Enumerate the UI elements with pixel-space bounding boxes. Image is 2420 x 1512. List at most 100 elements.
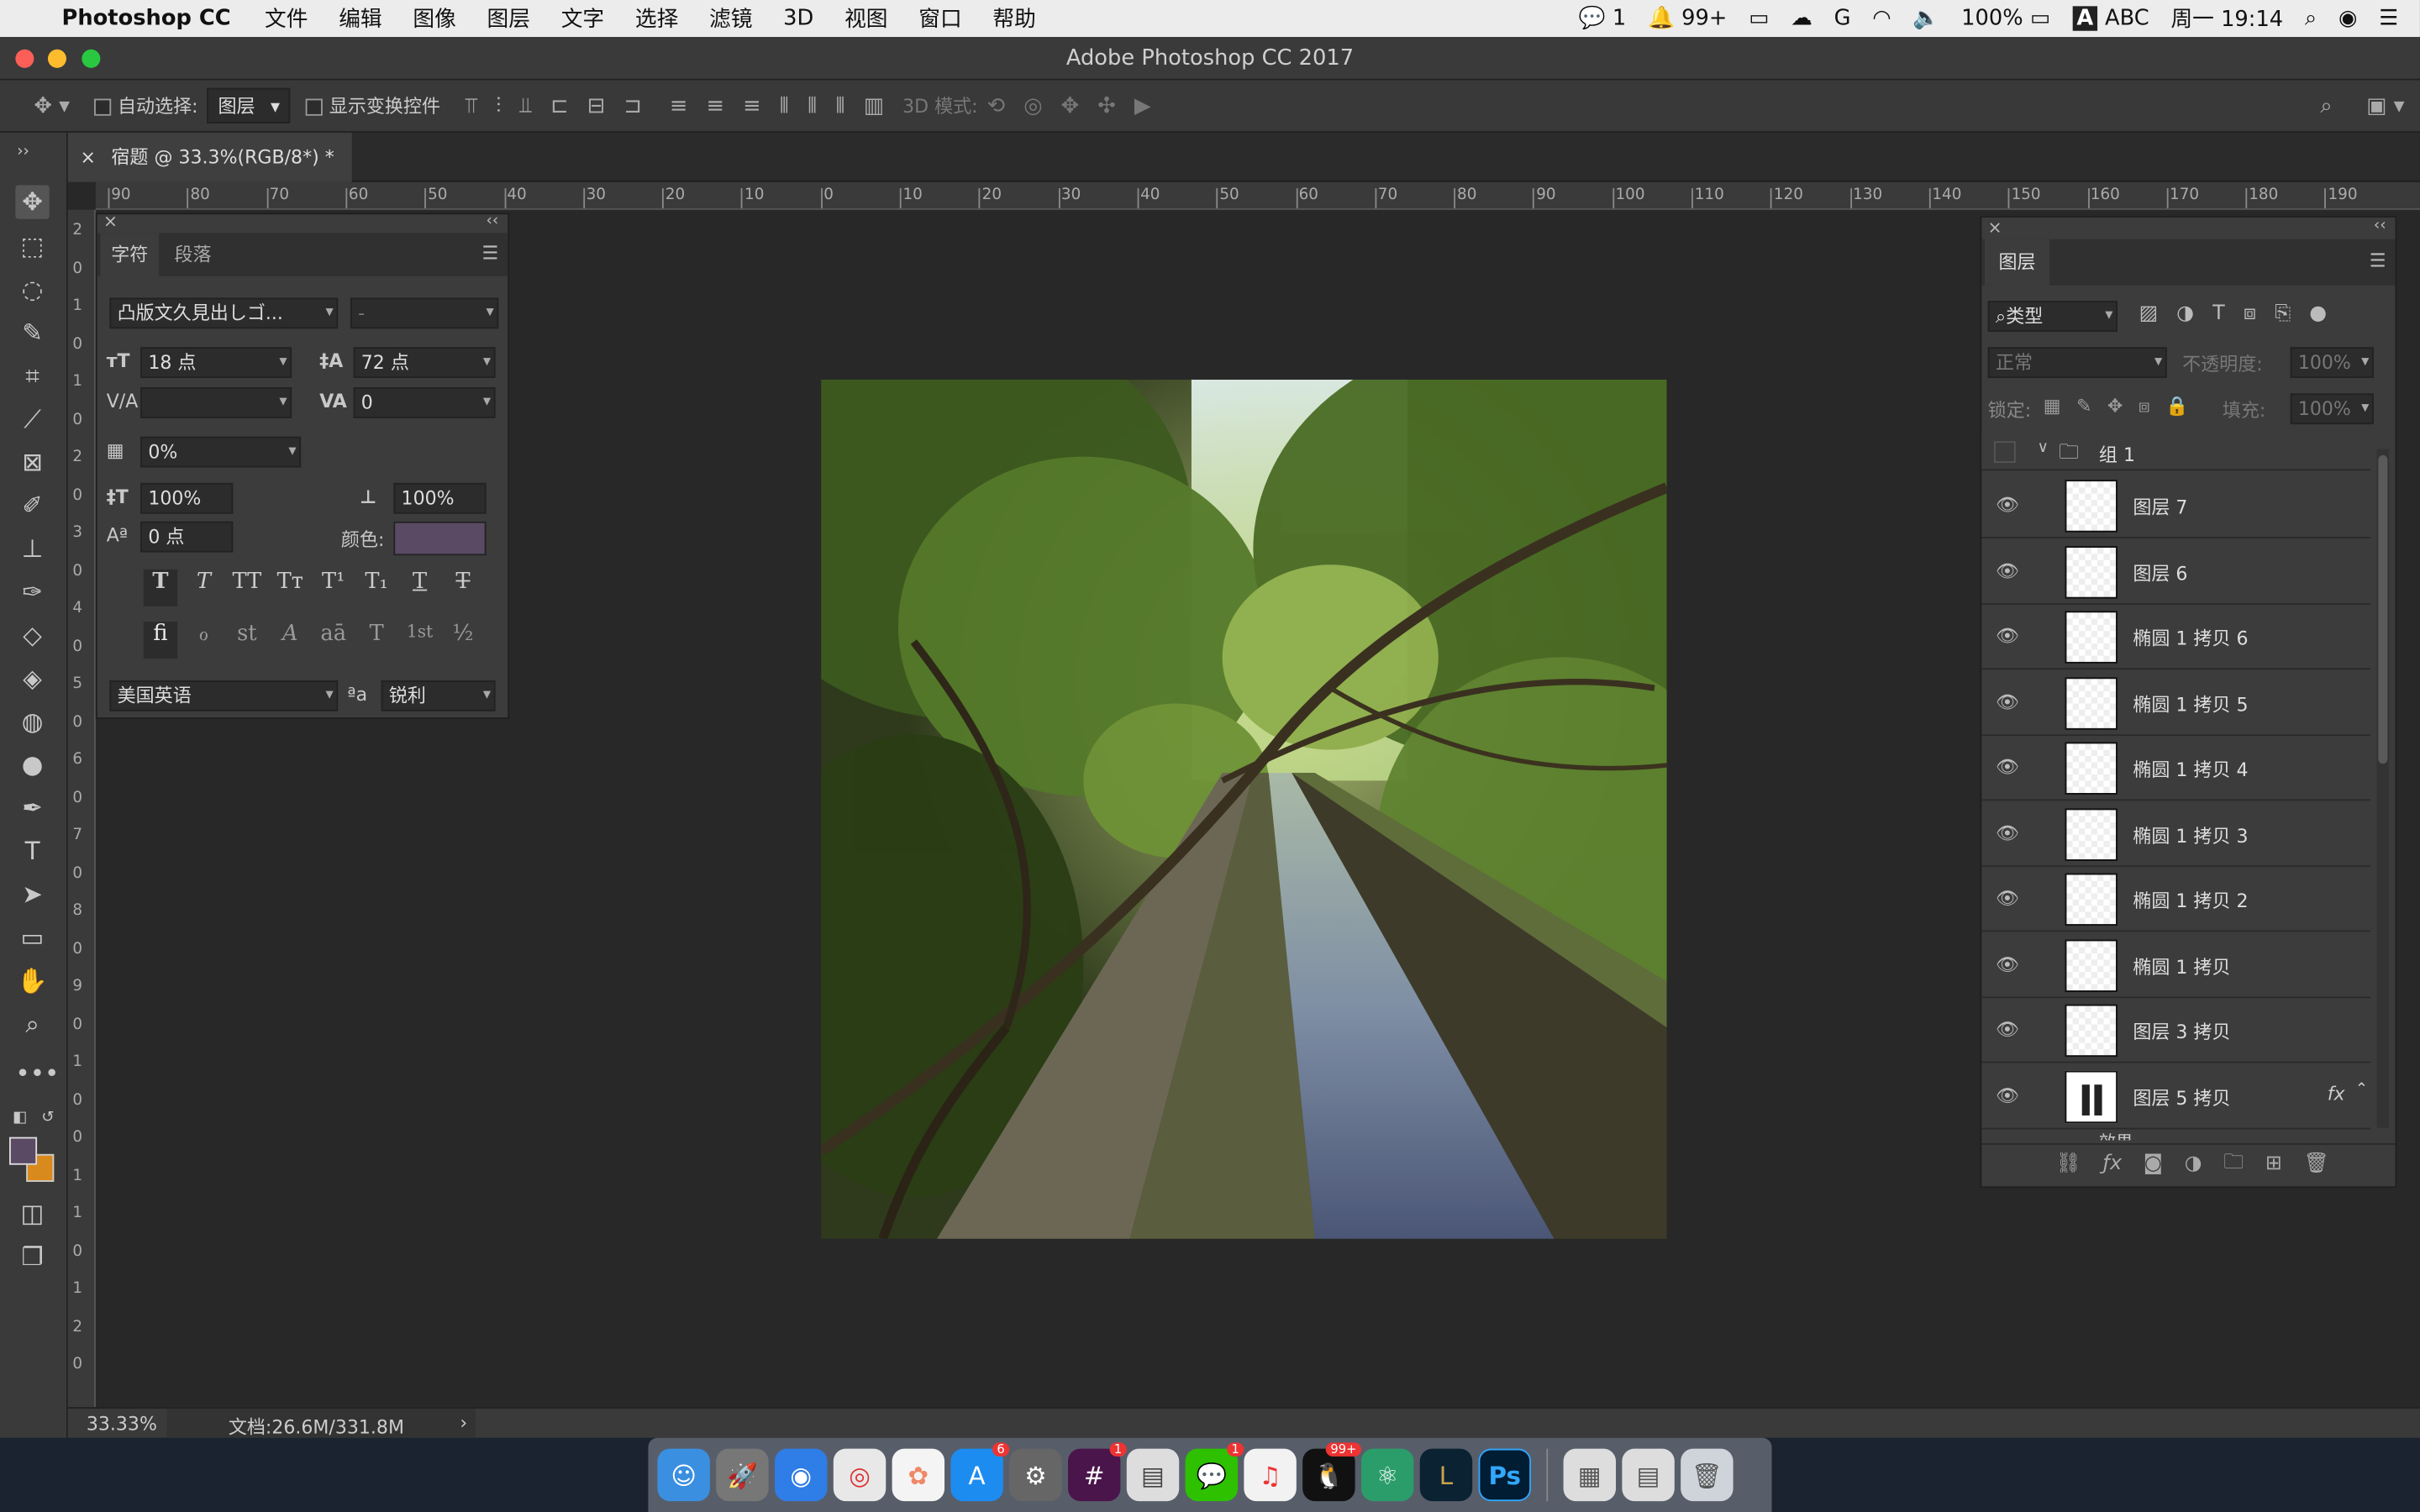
- lasso-tool-icon[interactable]: ◌: [15, 273, 49, 307]
- eye-icon[interactable]: 👁: [1996, 560, 2019, 582]
- search-icon[interactable]: ⌕: [2320, 93, 2332, 118]
- align-left-icon[interactable]: ⊏: [550, 93, 569, 118]
- add-style-icon[interactable]: ƒx: [2103, 1152, 2123, 1176]
- menu-view[interactable]: 视图: [844, 3, 887, 34]
- swap-colors-icon[interactable]: ↺: [31, 1101, 65, 1135]
- panel-menu-icon[interactable]: ☰: [2370, 250, 2386, 272]
- old-style-button[interactable]: ℴ: [187, 622, 220, 659]
- titling-alternates-button[interactable]: T: [360, 622, 393, 659]
- qq-icon[interactable]: 🐧 99+: [1302, 1442, 1361, 1502]
- layer-filter-dropdown[interactable]: ⌕类型 ▾: [1987, 301, 2118, 332]
- blur-tool-icon[interactable]: ◍: [15, 705, 49, 738]
- font-family-dropdown[interactable]: 凸版文久見出しゴ... ▾: [109, 297, 339, 329]
- antialias-dropdown[interactable]: 锐利 ▾: [381, 680, 496, 711]
- show-transform-checkbox[interactable]: 显示变换控件: [306, 92, 440, 118]
- menu-image[interactable]: 图像: [413, 3, 455, 34]
- strikethrough-button[interactable]: T: [446, 570, 480, 606]
- layer-list[interactable]: 👁 图层 7 👁 图层 6 👁 椭圆 1 拷贝 6 👁 椭圆 1 拷贝 5 👁 椭圆 1 …: [1981, 473, 2371, 1141]
- move-tool-preset-icon[interactable]: ✥ ▾: [34, 93, 70, 118]
- display-icon[interactable]: ▭: [1749, 6, 1769, 30]
- align-right-icon[interactable]: ⊐: [623, 93, 642, 118]
- rectangle-tool-icon[interactable]: ▭: [15, 921, 49, 955]
- superscript-button[interactable]: T¹: [317, 570, 350, 606]
- eye-icon[interactable]: 👁: [1996, 1084, 2019, 1106]
- new-group-icon[interactable]: 🗀: [2223, 1147, 2244, 1181]
- panel-menu-icon[interactable]: ☰: [481, 242, 498, 264]
- small-caps-button[interactable]: Tт: [273, 570, 307, 606]
- document-tab[interactable]: × 宿题 @ 33.3%(RGB/8*) *: [67, 132, 352, 182]
- align-vcenter-icon[interactable]: ⫶: [496, 93, 501, 118]
- volume-icon[interactable]: 🔈: [1912, 6, 1939, 30]
- 3d-slide-icon[interactable]: ✣: [1097, 93, 1116, 118]
- eyedropper-tool-icon[interactable]: ⟋: [15, 402, 49, 436]
- ligatures-button[interactable]: fi: [143, 622, 178, 659]
- type-tool-icon[interactable]: T: [15, 835, 49, 869]
- finder-icon[interactable]: ☺: [657, 1448, 710, 1502]
- lock-artboard-icon[interactable]: ⧈: [2139, 395, 2150, 418]
- layer-group-row[interactable]: ∨ 🗀 组 1: [1981, 433, 2371, 471]
- horizontal-ruler[interactable]: 90 80 70 60 50 40 30 20 10 0 10 20 30 40 50 60 70 80 90 100…: [95, 181, 2420, 210]
- grammarly-icon[interactable]: G: [1834, 6, 1851, 30]
- menu-layer[interactable]: 图层: [487, 3, 530, 34]
- launchpad-icon[interactable]: 🚀: [716, 1448, 769, 1502]
- folder-stack-icon[interactable]: ▦: [1563, 1448, 1617, 1502]
- faux-italic-button[interactable]: T: [187, 570, 220, 606]
- collapse-effects-icon[interactable]: ⌃: [2355, 1082, 2368, 1099]
- eye-icon[interactable]: 👁: [1996, 1018, 2019, 1040]
- tab-character[interactable]: 字符: [100, 233, 160, 276]
- menu-select[interactable]: 选择: [635, 3, 678, 34]
- swash-button[interactable]: A: [273, 622, 307, 659]
- photoshop-icon[interactable]: Ps: [1478, 1448, 1532, 1502]
- distribute-right-icon[interactable]: ⦀: [835, 93, 844, 118]
- layer-row[interactable]: 👁 图层 6: [1981, 539, 2371, 605]
- fractions-button[interactable]: ½: [446, 622, 480, 659]
- eye-icon[interactable]: 👁: [1996, 691, 2019, 713]
- layer-row[interactable]: 👁 椭圆 1 拷贝 5: [1981, 670, 2371, 737]
- new-layer-icon[interactable]: ⊞: [2265, 1152, 2282, 1176]
- distribute-left-icon[interactable]: ⦀: [780, 93, 789, 118]
- faux-bold-button[interactable]: T: [143, 569, 178, 606]
- 3d-camera-icon[interactable]: ▶: [1134, 93, 1151, 118]
- menu-window[interactable]: 窗口: [918, 3, 961, 34]
- safari-icon[interactable]: ◉: [775, 1448, 828, 1502]
- fill-field[interactable]: 100% ▾: [2290, 393, 2374, 425]
- distribute-bottom-icon[interactable]: ≡: [743, 93, 761, 118]
- align-top-icon[interactable]: ⫪: [465, 93, 477, 118]
- history-brush-tool-icon[interactable]: ✑: [15, 575, 49, 609]
- link-layers-icon[interactable]: ⛓: [2055, 1152, 2081, 1176]
- auto-align-icon[interactable]: ▥: [864, 93, 884, 118]
- more-tools-icon[interactable]: •••: [15, 1057, 59, 1090]
- auto-select-checkbox[interactable]: 自动选择:: [94, 92, 198, 118]
- distribute-top-icon[interactable]: ≡: [670, 93, 688, 118]
- menu-type[interactable]: 文字: [561, 3, 604, 34]
- filter-toggle-icon[interactable]: ●: [2309, 302, 2327, 326]
- fx-badge[interactable]: fx: [2328, 1083, 2345, 1105]
- horizontal-scale-field[interactable]: 100%: [393, 482, 487, 514]
- downloads-stack-icon[interactable]: ▤: [1622, 1448, 1675, 1502]
- close-tab-icon[interactable]: ×: [81, 133, 96, 182]
- delete-layer-icon[interactable]: 🗑: [2304, 1152, 2329, 1176]
- slack-icon[interactable]: #1: [1067, 1442, 1127, 1502]
- lock-transparent-icon[interactable]: ▦: [2044, 395, 2061, 418]
- distribute-vcenter-icon[interactable]: ≡: [706, 93, 724, 118]
- menu-3d[interactable]: 3D: [783, 6, 813, 30]
- menu-help[interactable]: 帮助: [992, 3, 1035, 34]
- leading-field[interactable]: 72 点 ▾: [353, 347, 496, 378]
- crop-tool-icon[interactable]: ⌗: [15, 360, 49, 393]
- league-icon[interactable]: L: [1419, 1448, 1473, 1502]
- lock-pixels-icon[interactable]: ✎: [2076, 395, 2091, 418]
- photos-icon[interactable]: ✿: [892, 1448, 945, 1502]
- filter-shape-icon[interactable]: ⧈: [2244, 302, 2256, 326]
- zoom-level[interactable]: 33.33%: [87, 1413, 157, 1435]
- spotlight-icon[interactable]: ⌕: [2305, 6, 2317, 30]
- lock-all-icon[interactable]: 🔒: [2165, 395, 2188, 418]
- font-size-field[interactable]: 18 点 ▾: [140, 347, 292, 378]
- kerning-field[interactable]: ▾: [140, 387, 292, 418]
- close-window-button[interactable]: [15, 49, 34, 68]
- wechat-icon[interactable]: 💬 1: [1185, 1442, 1244, 1502]
- system-preferences-icon[interactable]: ⚙: [1009, 1448, 1062, 1502]
- marquee-tool-icon[interactable]: ⬚: [15, 230, 49, 264]
- canvas-image[interactable]: [821, 379, 1667, 1239]
- eye-icon[interactable]: 👁: [1996, 494, 2019, 516]
- brush-tool-icon[interactable]: ✐: [15, 489, 49, 522]
